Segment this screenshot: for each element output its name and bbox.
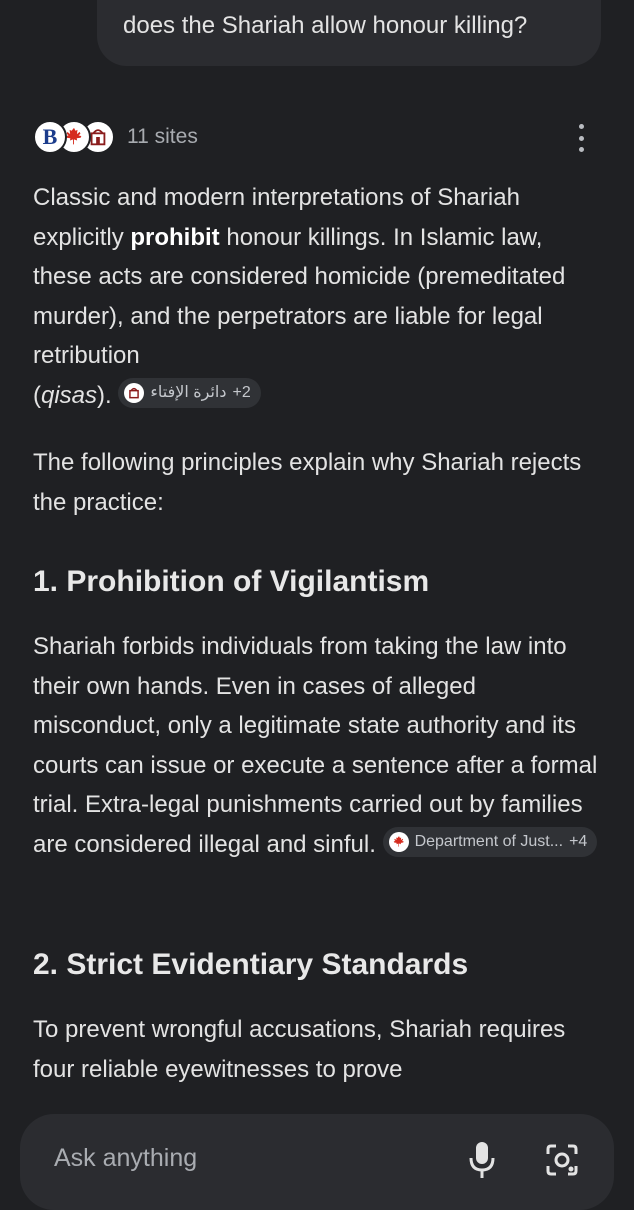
user-message-text: does the Shariah allow honour killing? bbox=[123, 12, 528, 39]
citation-chip-department[interactable]: Department of Just... +4 bbox=[382, 827, 598, 858]
sources-count: 11 sites bbox=[127, 125, 198, 148]
more-options-icon[interactable] bbox=[570, 124, 592, 152]
section-body-2: To prevent wrongful accusations, Shariah… bbox=[33, 1016, 566, 1083]
answer-intro-paragraph: Classic and modern interpretations of Sh… bbox=[33, 184, 566, 409]
section-heading-1: 1. Prohibition of Vigilantism bbox=[33, 565, 430, 598]
maple-leaf-icon bbox=[388, 832, 409, 853]
section-body-1: Shariah forbids individuals from taking … bbox=[33, 633, 598, 858]
sources-row[interactable]: B 11 sites bbox=[33, 117, 198, 157]
ifta-logo-icon bbox=[124, 383, 145, 404]
camera-lens-icon[interactable] bbox=[542, 1140, 582, 1180]
ask-input-bar[interactable]: Ask anything bbox=[20, 1114, 614, 1210]
answer-lead-paragraph: The following principles explain why Sha… bbox=[33, 449, 582, 516]
b-logo-icon: B bbox=[33, 120, 67, 154]
citation-chip-ifta[interactable]: دائرة الإفتاء +2 bbox=[118, 378, 261, 409]
ask-input-placeholder[interactable]: Ask anything bbox=[54, 1144, 197, 1173]
section-heading-2: 2. Strict Evidentiary Standards bbox=[33, 948, 469, 981]
microphone-icon[interactable] bbox=[468, 1140, 496, 1180]
